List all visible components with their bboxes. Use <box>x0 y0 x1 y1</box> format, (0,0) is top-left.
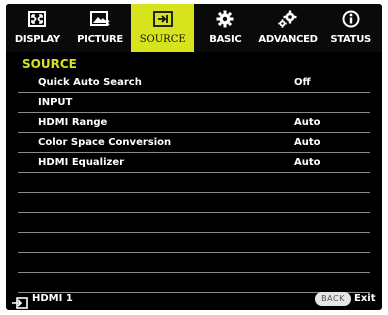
row-value: Auto <box>294 157 321 168</box>
picture-icon <box>90 9 110 29</box>
menu-row-empty <box>18 233 370 253</box>
current-source-label: HDMI 1 <box>32 293 73 304</box>
menu-row-empty <box>18 173 370 193</box>
menu-row-empty <box>18 213 370 233</box>
advanced-gear-icon <box>278 9 298 29</box>
row-value: Off <box>294 77 311 88</box>
tab-label: PICTURE <box>77 34 123 45</box>
menu-row-hdmi-range[interactable]: HDMI Range Auto <box>18 113 370 133</box>
tab-display[interactable]: DISPLAY <box>6 4 69 52</box>
exit-label[interactable]: Exit <box>354 292 376 306</box>
menu-row-empty <box>18 253 370 273</box>
menu-row-hdmi-equalizer[interactable]: HDMI Equalizer Auto <box>18 153 370 173</box>
menu-row-quick-auto-search[interactable]: Quick Auto Search Off <box>18 73 370 93</box>
row-label: INPUT <box>38 97 73 108</box>
row-value: Auto <box>294 117 321 128</box>
tab-status[interactable]: STATUS <box>319 4 382 52</box>
back-button[interactable]: BACK <box>315 292 351 306</box>
tab-label: DISPLAY <box>14 34 60 45</box>
menu-row-color-space-conversion[interactable]: Color Space Conversion Auto <box>18 133 370 153</box>
row-label: Quick Auto Search <box>38 77 142 88</box>
tab-label: SOURCE <box>139 34 186 45</box>
tab-picture[interactable]: PICTURE <box>69 4 132 52</box>
tab-bar: DISPLAY PICTURE SOURCE BASIC ADVANCED ST… <box>6 4 382 52</box>
tab-advanced[interactable]: ADVANCED <box>257 4 320 52</box>
row-label: HDMI Range <box>38 117 108 128</box>
row-label: Color Space Conversion <box>38 137 172 148</box>
tab-label: BASIC <box>209 34 242 45</box>
row-label: HDMI Equalizer <box>38 157 125 168</box>
tab-basic[interactable]: BASIC <box>194 4 257 52</box>
gear-icon <box>215 9 235 29</box>
row-value: Auto <box>294 137 321 148</box>
tab-label: ADVANCED <box>258 34 318 45</box>
tab-source[interactable]: SOURCE <box>131 4 195 52</box>
tab-label: STATUS <box>330 34 371 45</box>
menu-row-empty <box>18 193 370 213</box>
projector-osd-menu: DISPLAY PICTURE SOURCE BASIC ADVANCED ST… <box>6 4 382 310</box>
menu-content: SOURCE Quick Auto Search Off INPUT HDMI … <box>18 56 370 293</box>
footer-bar: HDMI 1 BACK Exit <box>6 289 382 310</box>
input-source-icon <box>12 294 28 309</box>
menu-row-input[interactable]: INPUT <box>18 93 370 113</box>
section-title: SOURCE <box>22 57 77 71</box>
display-icon <box>27 9 47 29</box>
source-icon <box>152 9 173 29</box>
info-icon <box>341 9 361 29</box>
